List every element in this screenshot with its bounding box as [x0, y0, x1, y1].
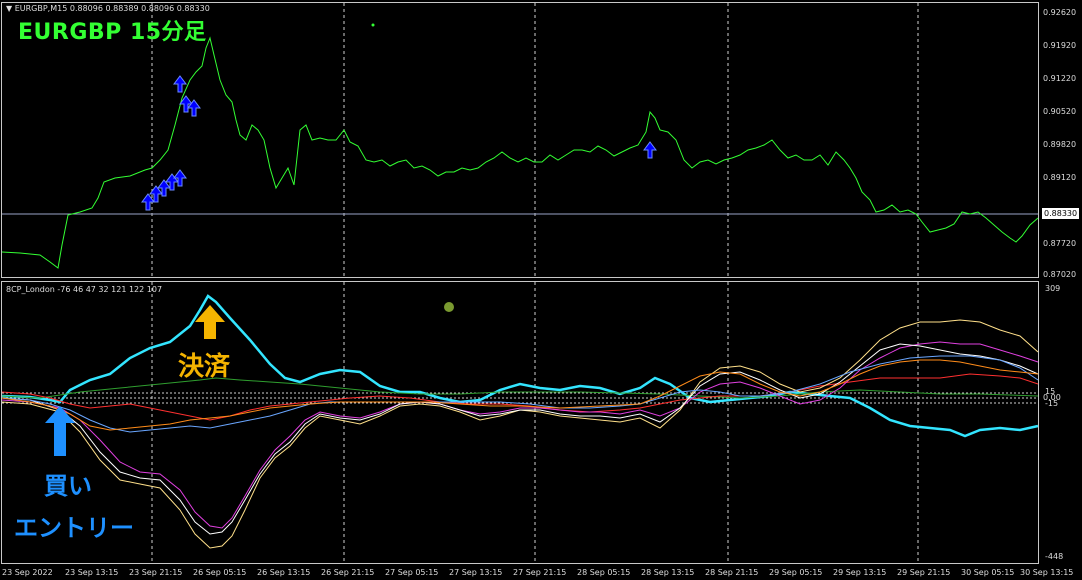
time-axis-label: 29 Sep 21:15 [897, 568, 951, 577]
up-arrow-icon [173, 75, 187, 93]
symbol-ohlc: EURGBP,M15 0.88096 0.88389 0.88096 0.883… [14, 4, 210, 13]
price-axis-label: 0.91920 [1043, 41, 1077, 50]
price-axis-label: 0.89120 [1043, 173, 1077, 182]
red-line [1, 373, 1039, 421]
indicator-level-low: -15 [1045, 399, 1059, 408]
time-axis-label: 27 Sep 21:15 [513, 568, 567, 577]
time-axis-label: 26 Sep 13:15 [257, 568, 311, 577]
up-arrow-icon [643, 141, 657, 159]
current-price-tag: 0.88330 [1042, 208, 1080, 219]
white-line [1, 343, 1039, 535]
indicator-lines [1, 294, 1039, 549]
up-arrow-icon [173, 169, 187, 187]
time-axis-label: 26 Sep 05:15 [193, 568, 247, 577]
time-axis-label: 26 Sep 21:15 [321, 568, 375, 577]
price-axis-label: 0.89820 [1043, 140, 1077, 149]
time-axis-label: 28 Sep 05:15 [577, 568, 631, 577]
blue-line [1, 355, 1039, 433]
time-axis-label: 30 Sep 05:15 [961, 568, 1015, 577]
price-axis-label: 0.92620 [1043, 8, 1077, 17]
marker-dot [371, 23, 375, 27]
dropdown-icon[interactable]: ▼ [6, 4, 12, 13]
time-axis-label: 27 Sep 13:15 [449, 568, 503, 577]
indicator-panel-frame [1, 281, 1039, 564]
entry-annotation-label-1: 買い [44, 472, 92, 500]
indicator-axis-min: -448 [1045, 552, 1064, 561]
symbol-info: ▼ EURGBP,M15 0.88096 0.88389 0.88096 0.8… [6, 4, 210, 13]
entry-annotation-label-2: エントリー [14, 514, 134, 542]
time-axis-label: 27 Sep 05:15 [385, 568, 439, 577]
time-axis-label: 23 Sep 2022 [2, 568, 53, 577]
time-axis-label: 30 Sep 13:15 [1020, 568, 1074, 577]
price-line [1, 36, 1039, 269]
price-axis-label: 0.90520 [1043, 107, 1077, 116]
entry-arrow-icon [45, 406, 75, 456]
buy-signal-arrows [141, 75, 657, 211]
chart-canvas[interactable] [0, 0, 1082, 580]
time-axis-label: 23 Sep 21:15 [129, 568, 183, 577]
orange-line [1, 359, 1039, 431]
day-separator-grid [151, 3, 919, 563]
time-axis-label: 28 Sep 21:15 [705, 568, 759, 577]
time-axis-label: 28 Sep 13:15 [641, 568, 695, 577]
time-axis-label: 29 Sep 05:15 [769, 568, 823, 577]
cyan-line [1, 294, 1039, 438]
magenta-line [1, 341, 1039, 529]
indicator-levels [2, 392, 1038, 404]
exit-annotation-label: 決済 [178, 352, 231, 382]
time-axis-label: 23 Sep 13:15 [65, 568, 119, 577]
chart-overlay-title: EURGBP 15分足 [18, 20, 207, 45]
indicator-label: 8CP_London -76 46 47 32 121 122 107 [6, 285, 163, 294]
indicator-axis-max: 309 [1045, 284, 1061, 293]
price-axis-label: 0.91220 [1043, 74, 1077, 83]
green-line [1, 377, 1039, 399]
price-axis-label: 0.87020 [1043, 270, 1077, 279]
indicator-marker-dot [444, 302, 454, 312]
price-axis-label: 0.87720 [1043, 239, 1077, 248]
time-axis-label: 29 Sep 13:15 [833, 568, 887, 577]
yellow-line [1, 319, 1039, 549]
